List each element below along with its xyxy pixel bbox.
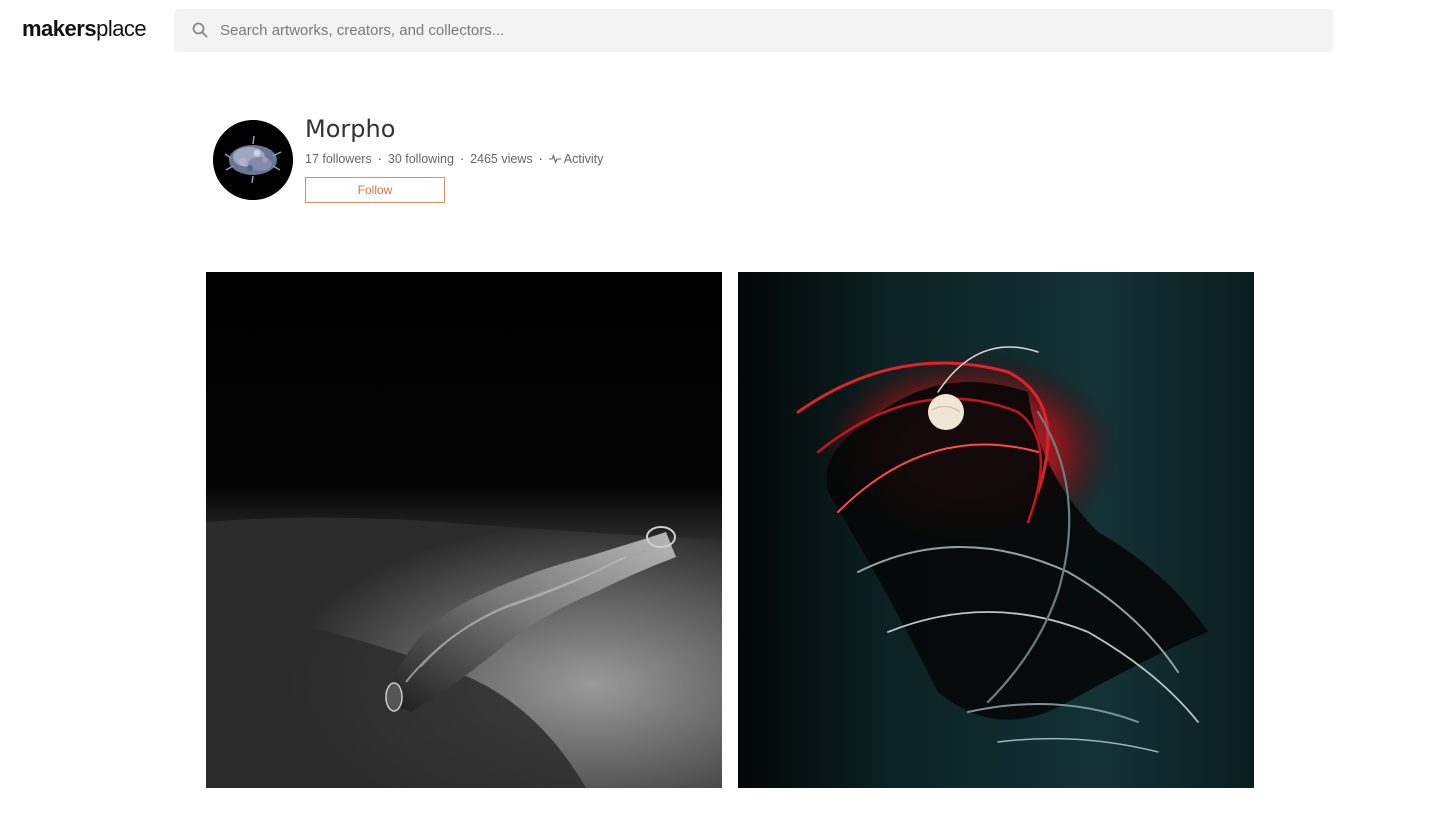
separator-dot: · — [377, 152, 382, 166]
search-bar[interactable] — [174, 9, 1333, 52]
activity-link[interactable]: Activity — [548, 152, 604, 168]
following-link[interactable]: 30 following — [388, 152, 454, 166]
views-count: 2465 views — [470, 152, 533, 166]
activity-label: Activity — [563, 152, 604, 166]
separator-dot: · — [538, 152, 543, 166]
profile-name: Morpho — [305, 115, 396, 143]
avatar[interactable] — [213, 120, 293, 200]
logo-bold-part: makers — [22, 16, 97, 41]
artwork-card[interactable] — [206, 272, 722, 788]
profile-header: Morpho 17 followers · 30 following · 2465 vi… — [213, 115, 913, 215]
activity-pulse-icon — [548, 152, 561, 168]
makersplace-logo[interactable]: makersplace — [22, 15, 147, 43]
top-navigation-bar: makersplace — [0, 0, 1452, 62]
followers-link[interactable]: 17 followers — [305, 152, 372, 166]
artwork-card[interactable] — [738, 272, 1254, 788]
separator-dot: · — [459, 152, 465, 166]
follow-button[interactable]: Follow — [305, 177, 445, 203]
profile-stats: 17 followers · 30 following · 2465 views · Act… — [305, 151, 603, 168]
abstract-sculpture-grayscale-icon — [206, 272, 722, 788]
abstract-tangle-red-teal-icon — [738, 272, 1254, 788]
search-icon — [192, 22, 208, 38]
artwork-gallery — [206, 272, 1255, 789]
search-input[interactable] — [220, 9, 1310, 52]
logo-light-part: place — [96, 16, 147, 41]
